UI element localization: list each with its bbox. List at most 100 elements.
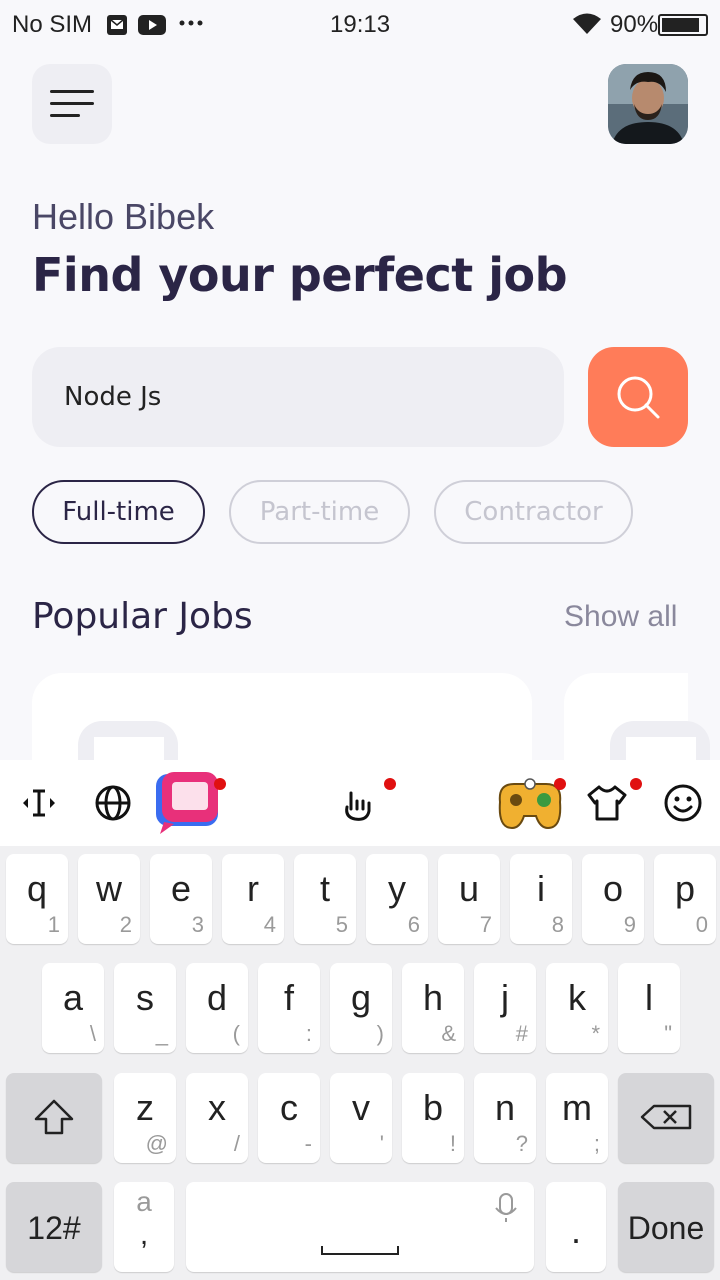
sticker-icon[interactable]	[154, 770, 226, 836]
key-alt-label: :	[305, 1021, 312, 1046]
key-alt-label: 3	[191, 912, 204, 937]
key-label: y	[388, 868, 406, 909]
key-label: z	[136, 1087, 154, 1128]
comma-key-label: ,	[139, 1218, 149, 1251]
gesture-icon[interactable]	[334, 778, 396, 828]
filter-part-time[interactable]: Part-time	[229, 480, 410, 544]
key-label: q	[26, 868, 48, 909]
theme-shirt-icon[interactable]	[582, 778, 642, 828]
more-icon	[178, 10, 204, 39]
notification-dot	[384, 778, 396, 790]
key-y[interactable]: y6	[366, 854, 428, 944]
key-label: p	[674, 868, 696, 909]
space-key[interactable]	[186, 1182, 534, 1272]
hamburger-line	[50, 114, 80, 117]
key-label: o	[602, 868, 624, 909]
key-alt-label: -	[304, 1131, 312, 1156]
key-d[interactable]: d(	[186, 963, 248, 1053]
emoji-icon[interactable]	[658, 778, 708, 828]
key-v[interactable]: v '	[330, 1073, 392, 1163]
key-i[interactable]: i8	[510, 854, 572, 944]
space-icon	[321, 1193, 517, 1255]
key-e[interactable]: e3	[150, 854, 212, 944]
period-key[interactable]: .	[546, 1182, 606, 1272]
backspace-icon	[640, 1104, 692, 1130]
profile-avatar[interactable]	[608, 64, 688, 144]
key-label: c	[280, 1087, 298, 1128]
key-label: r	[247, 868, 259, 909]
key-g[interactable]: g)	[330, 963, 392, 1053]
key-label: v	[352, 1087, 370, 1128]
key-c[interactable]: c-	[258, 1073, 320, 1163]
globe-icon[interactable]	[88, 778, 138, 828]
message-icon	[106, 14, 128, 43]
key-o[interactable]: o9	[582, 854, 644, 944]
key-label: s	[136, 977, 154, 1018]
key-f[interactable]: f:	[258, 963, 320, 1053]
page-title: Find your perfect job	[32, 248, 568, 302]
key-a[interactable]: a \	[42, 963, 104, 1053]
key-t[interactable]: t5	[294, 854, 356, 944]
done-key[interactable]: Done	[618, 1182, 714, 1272]
key-alt-label: "	[664, 1021, 672, 1046]
battery-percent: 90%	[610, 11, 659, 38]
key-p[interactable]: p0	[654, 854, 716, 944]
key-q[interactable]: q1	[6, 854, 68, 944]
key-alt-label: '	[379, 1131, 384, 1156]
key-u[interactable]: u7	[438, 854, 500, 944]
menu-button[interactable]	[32, 64, 112, 144]
key-label: d	[206, 977, 228, 1018]
key-label: e	[170, 868, 192, 909]
shift-key[interactable]	[6, 1073, 102, 1163]
key-label: m	[562, 1087, 592, 1128]
notification-dot	[214, 778, 226, 790]
search-icon	[617, 376, 660, 419]
numbers-key-label: 12#	[27, 1210, 81, 1246]
key-alt-label: )	[376, 1021, 384, 1046]
key-alt-label: 2	[119, 912, 132, 937]
key-m[interactable]: m;	[546, 1073, 608, 1163]
key-x[interactable]: x /	[186, 1073, 248, 1163]
key-alt-label: &	[441, 1021, 456, 1046]
key-b[interactable]: b!	[402, 1073, 464, 1163]
filter-contractor[interactable]: Contractor	[434, 480, 633, 544]
key-label: b	[422, 1087, 444, 1128]
key-alt-label: 6	[407, 912, 420, 937]
search-button[interactable]	[588, 347, 688, 447]
key-alt-label: 9	[623, 912, 636, 937]
game-icon[interactable]	[492, 772, 568, 834]
battery-fill	[662, 18, 700, 32]
key-alt-label: !	[449, 1131, 456, 1156]
greeting: Hello Bibek	[32, 196, 215, 237]
key-s[interactable]: s _	[114, 963, 176, 1053]
key-j[interactable]: j #	[474, 963, 536, 1053]
key-alt-label: 1	[47, 912, 60, 937]
key-k[interactable]: k *	[546, 963, 608, 1053]
wifi-icon	[572, 12, 602, 43]
numbers-key[interactable]: 12#	[6, 1182, 102, 1272]
shift-icon	[34, 1099, 74, 1135]
key-label: a	[62, 977, 84, 1018]
key-alt-label: *	[591, 1021, 600, 1046]
keyboard-toolbar	[0, 760, 720, 846]
show-all-link[interactable]: Show all	[564, 600, 677, 634]
key-z[interactable]: z @	[114, 1073, 176, 1163]
key-n[interactable]: n?	[474, 1073, 536, 1163]
comma-key-alt: a	[136, 1186, 152, 1217]
key-label: u	[458, 868, 480, 909]
key-r[interactable]: r4	[222, 854, 284, 944]
filter-full-time[interactable]: Full-time	[32, 480, 205, 544]
key-alt-label: \	[89, 1021, 96, 1046]
search-bar[interactable]	[32, 347, 564, 447]
key-w[interactable]: w2	[78, 854, 140, 944]
key-alt-label: 7	[479, 912, 492, 937]
comma-key[interactable]: a ,	[114, 1182, 174, 1272]
key-label: l	[645, 977, 653, 1018]
search-input[interactable]	[64, 375, 524, 419]
key-h[interactable]: h &	[402, 963, 464, 1053]
key-l[interactable]: l "	[618, 963, 680, 1053]
key-alt-label: (	[232, 1021, 240, 1046]
backspace-key[interactable]	[618, 1073, 714, 1163]
cursor-icon[interactable]	[14, 778, 64, 828]
key-alt-label: 0	[695, 912, 708, 937]
